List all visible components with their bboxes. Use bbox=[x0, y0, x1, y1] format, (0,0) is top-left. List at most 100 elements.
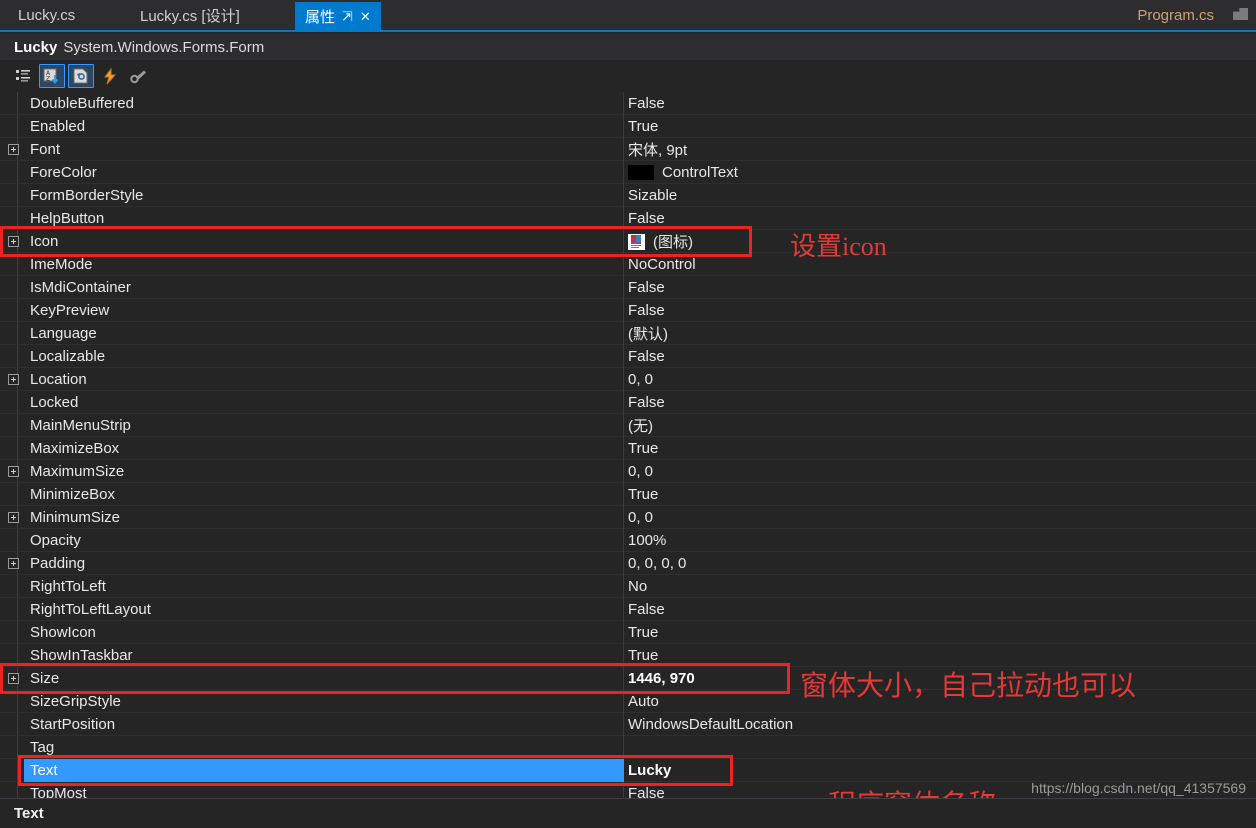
property-name[interactable]: Size bbox=[24, 667, 624, 690]
expand-icon[interactable] bbox=[8, 236, 19, 247]
property-row[interactable]: Language (默认) bbox=[0, 322, 1256, 345]
property-row[interactable]: MaximumSize 0, 0 bbox=[0, 460, 1256, 483]
property-row[interactable]: Text Lucky bbox=[0, 759, 1256, 782]
property-row[interactable]: Padding 0, 0, 0, 0 bbox=[0, 552, 1256, 575]
property-name[interactable]: HelpButton bbox=[24, 207, 624, 230]
property-row[interactable]: Localizable False bbox=[0, 345, 1256, 368]
close-icon[interactable]: ✕ bbox=[360, 10, 371, 23]
expand-icon[interactable] bbox=[8, 673, 19, 684]
property-name[interactable]: Icon bbox=[24, 230, 624, 253]
property-row[interactable]: MinimumSize 0, 0 bbox=[0, 506, 1256, 529]
property-value[interactable]: (无) bbox=[628, 414, 1248, 437]
property-value[interactable]: NoControl bbox=[628, 253, 1248, 276]
pin-icon[interactable]: ⇱ bbox=[342, 9, 353, 24]
property-value[interactable]: False bbox=[628, 299, 1248, 322]
expand-icon[interactable] bbox=[8, 558, 19, 569]
property-row[interactable]: Location 0, 0 bbox=[0, 368, 1256, 391]
categorized-icon[interactable] bbox=[10, 64, 36, 88]
alphabetical-sort-icon[interactable]: A Z bbox=[39, 64, 65, 88]
property-value[interactable]: 0, 0, 0, 0 bbox=[628, 552, 1248, 575]
property-value[interactable]: WindowsDefaultLocation bbox=[628, 713, 1248, 736]
property-name[interactable]: DoubleBuffered bbox=[24, 92, 624, 115]
property-name[interactable]: Enabled bbox=[24, 115, 624, 138]
property-value[interactable]: False bbox=[628, 276, 1248, 299]
property-value[interactable]: 0, 0 bbox=[628, 460, 1248, 483]
property-name[interactable]: ShowInTaskbar bbox=[24, 644, 624, 667]
property-name[interactable]: ImeMode bbox=[24, 253, 624, 276]
property-name[interactable]: FormBorderStyle bbox=[24, 184, 624, 207]
property-name[interactable]: Localizable bbox=[24, 345, 624, 368]
tab-overflow-icon[interactable] bbox=[1233, 8, 1248, 20]
property-name[interactable]: MinimizeBox bbox=[24, 483, 624, 506]
property-row[interactable]: Enabled True bbox=[0, 115, 1256, 138]
tab-program-cs[interactable]: Program.cs bbox=[1127, 0, 1224, 30]
property-row[interactable]: MainMenuStrip (无) bbox=[0, 414, 1256, 437]
property-name[interactable]: MaximumSize bbox=[24, 460, 624, 483]
tab-lucky-cs-design[interactable]: Lucky.cs [设计] bbox=[130, 0, 250, 30]
property-row[interactable]: RightToLeftLayout False bbox=[0, 598, 1256, 621]
property-name[interactable]: Tag bbox=[24, 736, 624, 759]
property-name[interactable]: ForeColor bbox=[24, 161, 624, 184]
property-value[interactable]: False bbox=[628, 207, 1248, 230]
property-row[interactable]: ForeColor ControlText bbox=[0, 161, 1256, 184]
property-name[interactable]: IsMdiContainer bbox=[24, 276, 624, 299]
property-value[interactable]: Sizable bbox=[628, 184, 1248, 207]
expand-icon[interactable] bbox=[8, 144, 19, 155]
property-row[interactable]: DoubleBuffered False bbox=[0, 92, 1256, 115]
property-value[interactable]: 0, 0 bbox=[628, 368, 1248, 391]
property-name[interactable]: StartPosition bbox=[24, 713, 624, 736]
property-name[interactable]: Location bbox=[24, 368, 624, 391]
property-pages-icon[interactable] bbox=[126, 64, 152, 88]
tab-properties[interactable]: 属性 ⇱ ✕ bbox=[295, 2, 381, 30]
properties-icon[interactable] bbox=[68, 64, 94, 88]
property-row[interactable]: ShowIcon True bbox=[0, 621, 1256, 644]
property-name[interactable]: SizeGripStyle bbox=[24, 690, 624, 713]
object-header[interactable]: Lucky System.Windows.Forms.Form bbox=[0, 34, 1256, 60]
property-name[interactable]: Font bbox=[24, 138, 624, 161]
tab-lucky-cs[interactable]: Lucky.cs bbox=[8, 0, 85, 30]
property-value[interactable]: 宋体, 9pt bbox=[628, 138, 1248, 161]
property-value[interactable]: True bbox=[628, 437, 1248, 460]
property-name[interactable]: MainMenuStrip bbox=[24, 414, 624, 437]
property-value[interactable]: 100% bbox=[628, 529, 1248, 552]
property-row[interactable]: Icon (图标) bbox=[0, 230, 1256, 253]
property-value[interactable]: False bbox=[628, 598, 1248, 621]
property-name[interactable]: MinimumSize bbox=[24, 506, 624, 529]
property-value[interactable]: True bbox=[628, 115, 1248, 138]
property-row[interactable]: StartPosition WindowsDefaultLocation bbox=[0, 713, 1256, 736]
property-row[interactable]: ImeMode NoControl bbox=[0, 253, 1256, 276]
property-value[interactable]: False bbox=[628, 92, 1248, 115]
property-value[interactable]: (默认) bbox=[628, 322, 1248, 345]
property-row[interactable]: FormBorderStyle Sizable bbox=[0, 184, 1256, 207]
property-value[interactable]: False bbox=[628, 345, 1248, 368]
property-value[interactable]: False bbox=[628, 391, 1248, 414]
property-row[interactable]: MaximizeBox True bbox=[0, 437, 1256, 460]
events-icon[interactable] bbox=[97, 64, 123, 88]
property-grid[interactable]: DoubleBuffered False Enabled True Font 宋体, 9p… bbox=[0, 92, 1256, 821]
property-row[interactable]: IsMdiContainer False bbox=[0, 276, 1256, 299]
property-value[interactable] bbox=[628, 736, 1248, 759]
property-row[interactable]: HelpButton False bbox=[0, 207, 1256, 230]
expand-icon[interactable] bbox=[8, 466, 19, 477]
property-row[interactable]: Font 宋体, 9pt bbox=[0, 138, 1256, 161]
property-name[interactable]: KeyPreview bbox=[24, 299, 624, 322]
property-value[interactable]: Lucky bbox=[628, 759, 1248, 782]
property-name[interactable]: Padding bbox=[24, 552, 624, 575]
property-row[interactable]: RightToLeft No bbox=[0, 575, 1256, 598]
property-name[interactable]: Locked bbox=[24, 391, 624, 414]
property-value[interactable]: True bbox=[628, 483, 1248, 506]
property-name[interactable]: Language bbox=[24, 322, 624, 345]
expand-icon[interactable] bbox=[8, 374, 19, 385]
property-value[interactable]: No bbox=[628, 575, 1248, 598]
property-value[interactable]: ControlText bbox=[628, 161, 1248, 184]
property-value[interactable]: (图标) bbox=[628, 230, 1248, 253]
property-name[interactable]: ShowIcon bbox=[24, 621, 624, 644]
property-row[interactable]: Tag bbox=[0, 736, 1256, 759]
property-name[interactable]: RightToLeftLayout bbox=[24, 598, 624, 621]
property-name[interactable]: Text bbox=[24, 759, 624, 782]
property-row[interactable]: Locked False bbox=[0, 391, 1256, 414]
property-value[interactable]: True bbox=[628, 621, 1248, 644]
property-name[interactable]: RightToLeft bbox=[24, 575, 624, 598]
property-name[interactable]: Opacity bbox=[24, 529, 624, 552]
property-name[interactable]: MaximizeBox bbox=[24, 437, 624, 460]
